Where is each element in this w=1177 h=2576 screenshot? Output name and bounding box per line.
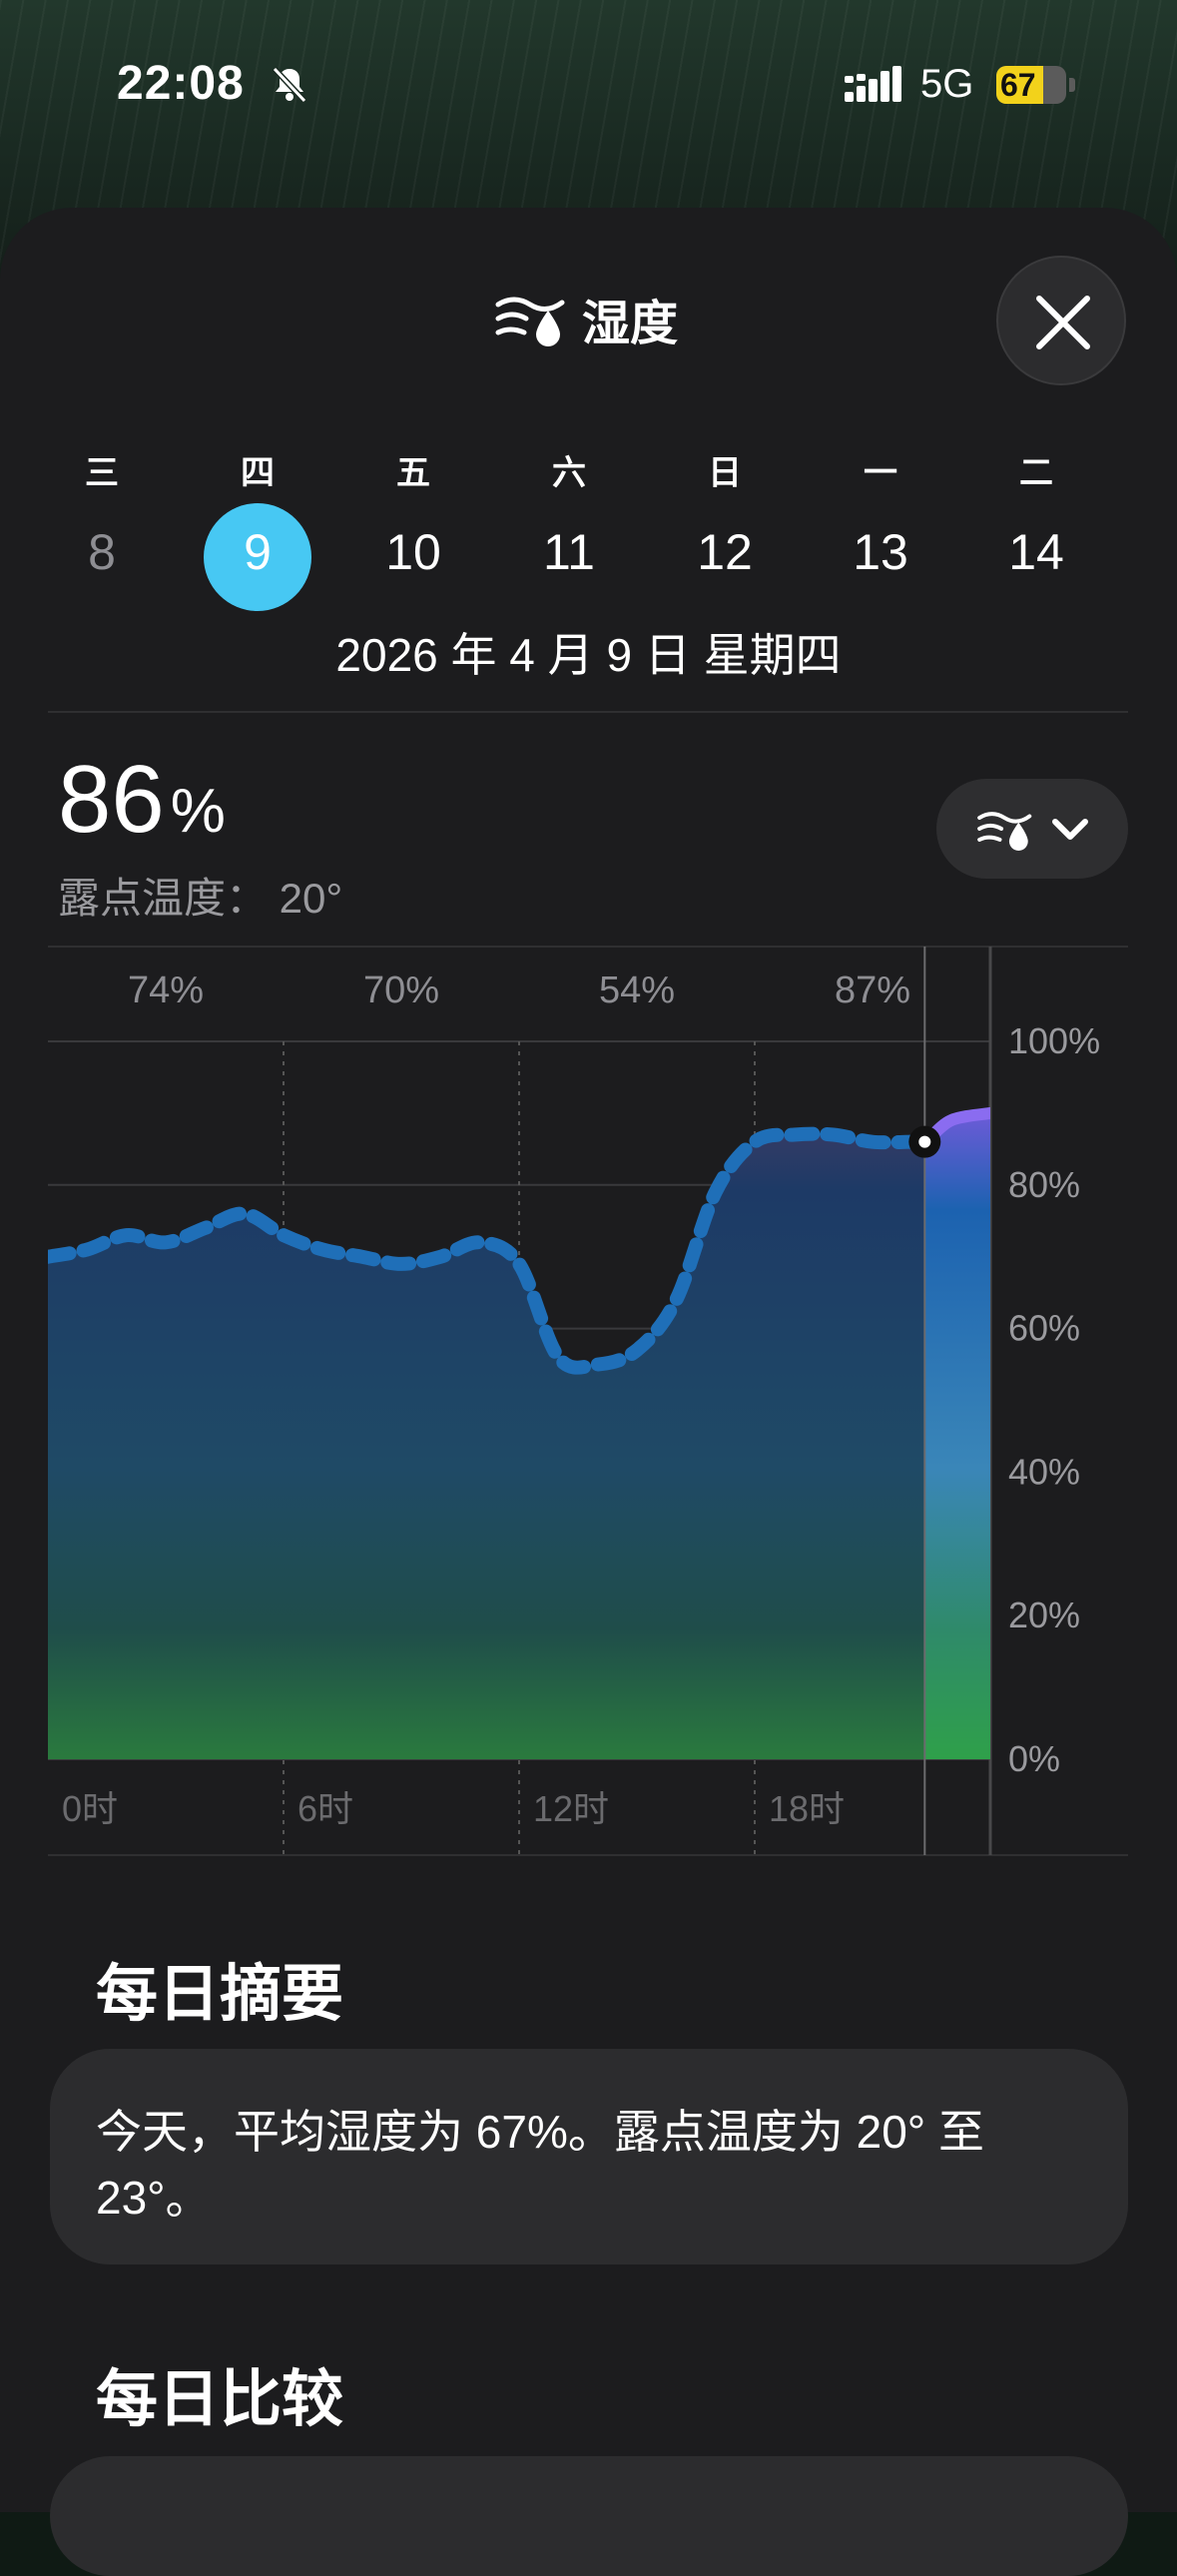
summary-text: 今天，平均湿度为 67%。露点温度为 20° 至 23°。	[96, 2106, 984, 2224]
comparison-heading: 每日比较	[96, 2365, 344, 2434]
current-value-dot	[918, 1135, 931, 1148]
summary-heading: 每日摘要	[96, 1960, 344, 2029]
y-tick-label: 80%	[1008, 1164, 1080, 1205]
y-tick-label: 0%	[1008, 1738, 1060, 1779]
humidity-area-past	[48, 1133, 925, 1759]
y-tick-label: 60%	[1008, 1308, 1080, 1349]
period-average-label: 70%	[363, 969, 439, 1011]
x-tick-label: 0时	[62, 1788, 118, 1829]
x-tick-label: 18时	[769, 1788, 845, 1829]
y-tick-label: 100%	[1008, 1020, 1100, 1061]
period-average-label: 74%	[128, 969, 204, 1011]
y-tick-label: 20%	[1008, 1595, 1080, 1635]
y-tick-label: 40%	[1008, 1451, 1080, 1492]
period-average-label: 54%	[599, 969, 675, 1011]
x-tick-label: 6时	[297, 1788, 353, 1829]
summary-card: 今天，平均湿度为 67%。露点温度为 20° 至 23°。	[50, 2049, 1128, 2264]
comparison-card	[50, 2456, 1128, 2576]
period-average-label: 87%	[835, 969, 910, 1011]
x-tick-label: 12时	[533, 1788, 609, 1829]
